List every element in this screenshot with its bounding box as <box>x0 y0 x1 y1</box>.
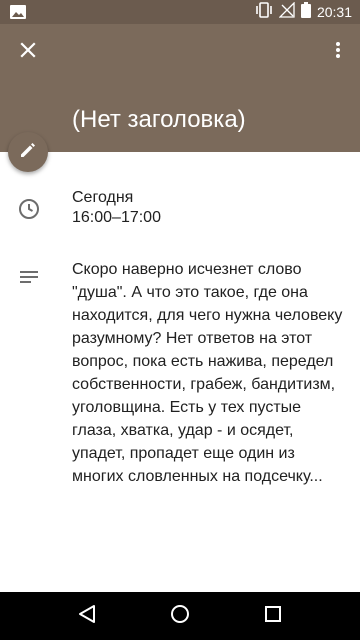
home-button[interactable] <box>156 592 204 640</box>
event-date: Сегодня <box>72 189 134 206</box>
home-icon <box>170 604 190 629</box>
pencil-icon <box>19 141 37 164</box>
recents-button[interactable] <box>249 592 297 640</box>
more-vert-icon <box>336 41 340 63</box>
event-description: Скоро наверно исчезнет слово "душа". А ч… <box>72 261 343 485</box>
navigation-bar <box>0 592 360 640</box>
app-bar: (Нет заголовка) <box>0 24 360 152</box>
image-icon <box>10 5 26 19</box>
recents-icon <box>264 605 282 628</box>
close-icon <box>20 41 36 63</box>
back-icon <box>78 604 96 629</box>
back-button[interactable] <box>63 592 111 640</box>
event-title: (Нет заголовка) <box>72 106 246 133</box>
close-button[interactable] <box>14 38 42 66</box>
more-options-button[interactable] <box>330 38 346 66</box>
event-time-row: Сегодня 16:00–17:00 <box>0 188 360 236</box>
battery-icon <box>300 1 311 23</box>
clock-icon <box>17 197 41 221</box>
vibrate-icon <box>255 1 273 23</box>
no-signal-icon <box>278 0 295 23</box>
event-time-range: 16:00–17:00 <box>72 209 161 226</box>
notes-icon <box>17 266 41 290</box>
status-bar: 20:31 <box>0 0 360 24</box>
edit-button[interactable] <box>8 132 48 172</box>
status-time: 20:31 <box>316 4 352 20</box>
